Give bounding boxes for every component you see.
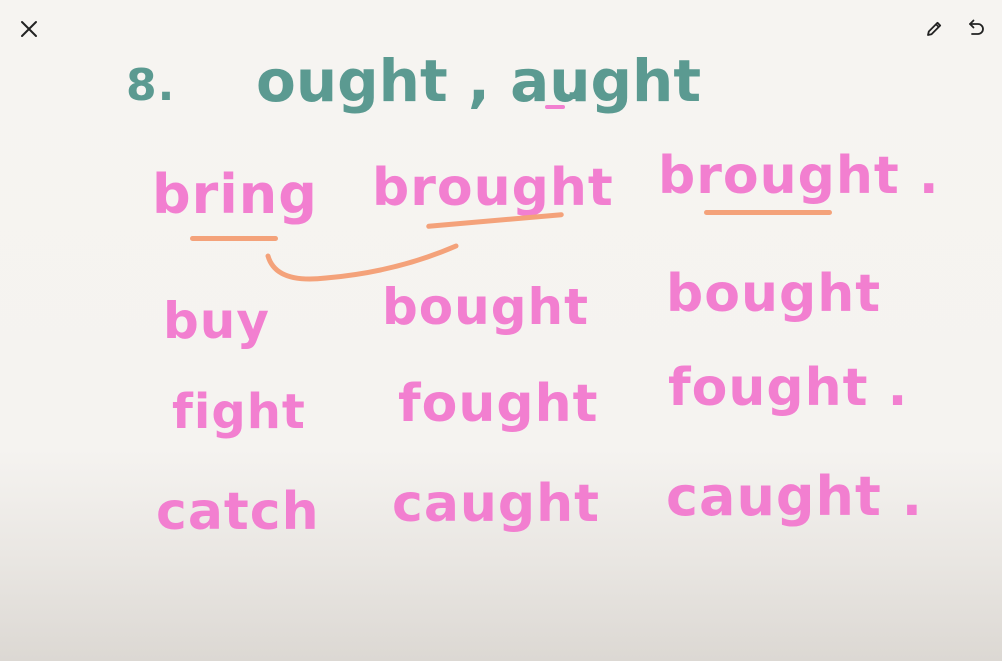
undo-icon bbox=[969, 19, 984, 35]
past-word-caught: caught bbox=[392, 474, 601, 534]
heading-period: . bbox=[566, 67, 581, 108]
undo-button[interactable] bbox=[960, 13, 992, 45]
connector-arc bbox=[265, 243, 459, 282]
underline-brought-participle bbox=[704, 210, 832, 215]
base-word-buy: buy bbox=[163, 292, 270, 350]
heading-number: 8. bbox=[126, 60, 176, 111]
close-icon bbox=[21, 21, 37, 37]
past-word-brought: brought bbox=[372, 158, 614, 218]
heading-text: ought , aught bbox=[256, 47, 702, 115]
whiteboard-canvas: 8. ought , aught . bring buy fight catch… bbox=[0, 0, 1002, 661]
past-word-fought: fought bbox=[398, 374, 599, 434]
participle-word-bought: bought bbox=[666, 264, 882, 324]
base-word-bring: bring bbox=[152, 163, 318, 226]
base-word-fight: fight bbox=[172, 384, 306, 440]
participle-word-caught: caught . bbox=[666, 465, 924, 528]
pencil-icon bbox=[927, 21, 942, 36]
close-button[interactable] bbox=[13, 13, 45, 45]
heading-blank-mark bbox=[545, 105, 565, 109]
participle-word-fought: fought . bbox=[668, 358, 909, 418]
base-word-catch: catch bbox=[156, 482, 320, 542]
participle-word-brought: brought . bbox=[658, 146, 940, 206]
edit-button[interactable] bbox=[918, 13, 950, 45]
